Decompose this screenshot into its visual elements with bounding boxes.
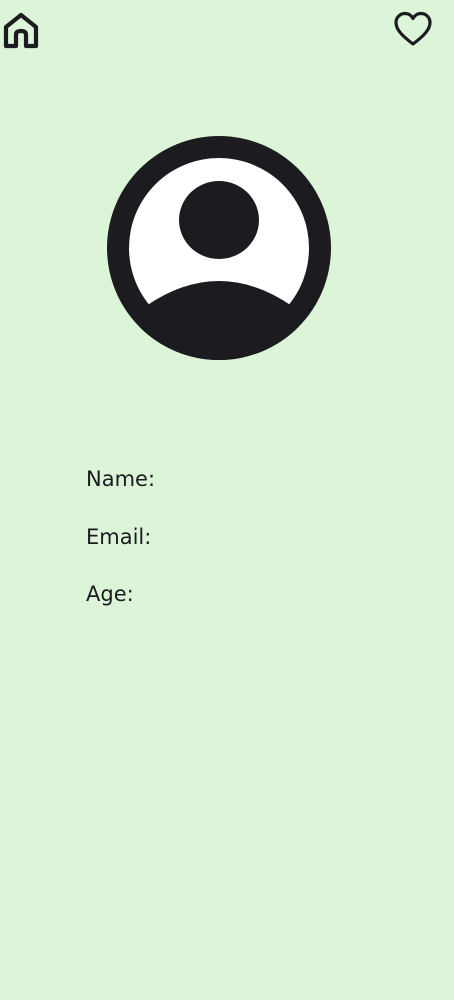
age-label: Age:	[86, 582, 134, 606]
top-bar	[0, 0, 454, 64]
email-label: Email:	[86, 524, 152, 549]
home-icon	[3, 12, 39, 49]
favorite-button[interactable]	[392, 8, 434, 50]
email-row: Email:	[86, 520, 406, 578]
heart-outline-icon	[394, 11, 432, 46]
home-button[interactable]	[0, 10, 42, 52]
avatar	[107, 136, 331, 360]
name-label: Name:	[86, 467, 156, 491]
profile-info: Name: Email: Age:	[86, 462, 406, 635]
name-row: Name:	[86, 462, 406, 520]
age-row: Age:	[86, 577, 406, 635]
profile-screen: Name: Email: Age:	[0, 0, 454, 1000]
account-circle-icon	[107, 136, 331, 360]
